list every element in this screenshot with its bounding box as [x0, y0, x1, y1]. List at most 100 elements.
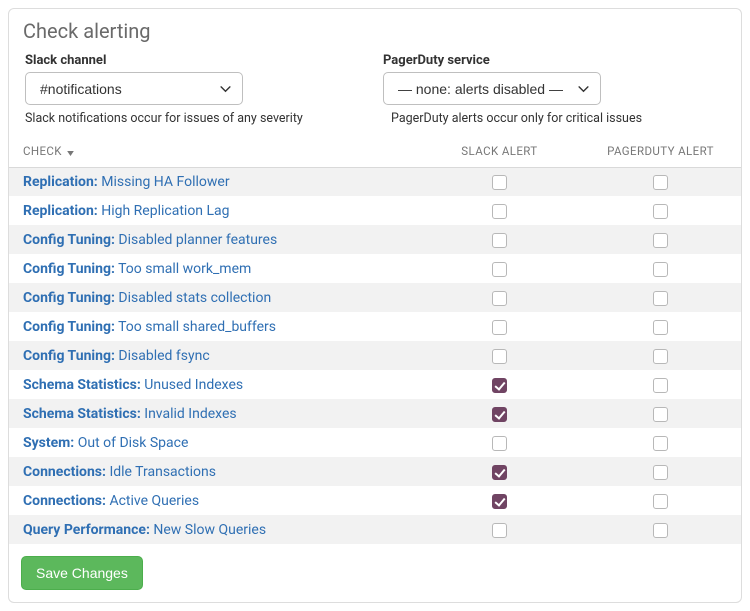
- save-button[interactable]: Save Changes: [21, 556, 143, 590]
- pagerduty-alert-checkbox[interactable]: [653, 204, 668, 219]
- pagerduty-alert-checkbox[interactable]: [653, 436, 668, 451]
- pagerduty-alert-checkbox[interactable]: [653, 175, 668, 190]
- check-cell[interactable]: Connections: Active Queries: [9, 486, 419, 515]
- check-category: System:: [23, 435, 74, 451]
- slack-alert-cell: [419, 370, 580, 399]
- check-category: Schema Statistics:: [23, 406, 141, 422]
- slack-alert-cell: [419, 225, 580, 254]
- check-cell[interactable]: Schema Statistics: Unused Indexes: [9, 370, 419, 399]
- slack-alert-cell: [419, 167, 580, 196]
- pagerduty-alert-cell: [580, 196, 741, 225]
- slack-alert-checkbox[interactable]: [492, 233, 507, 248]
- slack-alert-checkbox[interactable]: [492, 523, 507, 538]
- check-category: Replication:: [23, 203, 98, 219]
- table-row: Connections: Active Queries: [9, 486, 741, 515]
- check-cell[interactable]: Config Tuning: Too small shared_buffers: [9, 312, 419, 341]
- pagerduty-alert-checkbox[interactable]: [653, 320, 668, 335]
- table-row: Config Tuning: Disabled fsync: [9, 341, 741, 370]
- slack-alert-checkbox[interactable]: [492, 378, 507, 393]
- check-category: Config Tuning:: [23, 261, 115, 277]
- panel-title: Check alerting: [9, 9, 741, 47]
- slack-alert-checkbox[interactable]: [492, 494, 507, 509]
- check-category: Config Tuning:: [23, 232, 115, 248]
- slack-alert-checkbox[interactable]: [492, 349, 507, 364]
- check-cell[interactable]: Schema Statistics: Invalid Indexes: [9, 399, 419, 428]
- pagerduty-alert-checkbox[interactable]: [653, 523, 668, 538]
- slack-alert-checkbox[interactable]: [492, 320, 507, 335]
- check-name: Invalid Indexes: [144, 406, 236, 422]
- slack-alert-cell: [419, 515, 580, 544]
- pagerduty-service-select[interactable]: — none: alerts disabled —: [383, 72, 601, 105]
- pagerduty-col: PagerDuty service — none: alerts disable…: [379, 53, 729, 105]
- check-name: Disabled stats collection: [118, 290, 271, 306]
- column-header-pagerduty[interactable]: PagerDuty Alert: [580, 136, 741, 167]
- check-cell[interactable]: Config Tuning: Disabled planner features: [9, 225, 419, 254]
- table-row: Query Performance: New Slow Queries: [9, 515, 741, 544]
- check-name: High Replication Lag: [101, 203, 229, 219]
- pagerduty-alert-cell: [580, 283, 741, 312]
- pagerduty-alert-checkbox[interactable]: [653, 262, 668, 277]
- check-name: Unused Indexes: [144, 377, 243, 393]
- slack-alert-cell: [419, 254, 580, 283]
- slack-alert-cell: [419, 399, 580, 428]
- check-cell[interactable]: Replication: High Replication Lag: [9, 196, 419, 225]
- check-cell[interactable]: Query Performance: New Slow Queries: [9, 515, 419, 544]
- table-row: Replication: Missing HA Follower: [9, 167, 741, 196]
- check-cell[interactable]: Config Tuning: Disabled fsync: [9, 341, 419, 370]
- slack-alert-checkbox[interactable]: [492, 407, 507, 422]
- pagerduty-alert-checkbox[interactable]: [653, 349, 668, 364]
- pagerduty-alert-cell: [580, 486, 741, 515]
- table-row: Config Tuning: Too small work_mem: [9, 254, 741, 283]
- slack-alert-checkbox[interactable]: [492, 436, 507, 451]
- pagerduty-alert-cell: [580, 225, 741, 254]
- pagerduty-alert-checkbox[interactable]: [653, 378, 668, 393]
- check-name: Missing HA Follower: [101, 174, 229, 190]
- check-category: Config Tuning:: [23, 319, 115, 335]
- slack-alert-cell: [419, 196, 580, 225]
- column-header-slack[interactable]: Slack Alert: [419, 136, 580, 167]
- check-name: Out of Disk Space: [78, 435, 189, 451]
- pagerduty-alert-cell: [580, 457, 741, 486]
- slack-alert-checkbox[interactable]: [492, 291, 507, 306]
- slack-alert-checkbox[interactable]: [492, 465, 507, 480]
- pagerduty-alert-checkbox[interactable]: [653, 465, 668, 480]
- check-cell[interactable]: Config Tuning: Disabled stats collection: [9, 283, 419, 312]
- check-category: Query Performance:: [23, 522, 150, 538]
- slack-col: Slack channel #notifications: [21, 53, 371, 105]
- check-cell[interactable]: Replication: Missing HA Follower: [9, 167, 419, 196]
- check-cell[interactable]: Config Tuning: Too small work_mem: [9, 254, 419, 283]
- check-name: Active Queries: [109, 493, 199, 509]
- column-header-check[interactable]: Check: [9, 136, 419, 167]
- pagerduty-alert-cell: [580, 399, 741, 428]
- table-row: Config Tuning: Disabled planner features: [9, 225, 741, 254]
- pagerduty-alert-checkbox[interactable]: [653, 407, 668, 422]
- pagerduty-alert-checkbox[interactable]: [653, 233, 668, 248]
- pagerduty-alert-cell: [580, 312, 741, 341]
- slack-channel-label: Slack channel: [25, 53, 367, 68]
- check-name: Disabled planner features: [118, 232, 277, 248]
- check-cell[interactable]: Connections: Idle Transactions: [9, 457, 419, 486]
- slack-alert-cell: [419, 341, 580, 370]
- check-category: Config Tuning:: [23, 348, 115, 364]
- slack-alert-checkbox[interactable]: [492, 175, 507, 190]
- pagerduty-alert-checkbox[interactable]: [653, 494, 668, 509]
- slack-alert-checkbox[interactable]: [492, 204, 507, 219]
- check-name: New Slow Queries: [153, 522, 266, 538]
- pagerduty-alert-cell: [580, 515, 741, 544]
- pagerduty-alert-cell: [580, 167, 741, 196]
- pagerduty-alert-checkbox[interactable]: [653, 291, 668, 306]
- slack-alert-cell: [419, 283, 580, 312]
- slack-help-text: Slack notifications occur for issues of …: [9, 105, 375, 136]
- pagerduty-service-label: PagerDuty service: [383, 53, 725, 68]
- slack-channel-select[interactable]: #notifications: [25, 72, 243, 105]
- pagerduty-alert-cell: [580, 341, 741, 370]
- config-row: Slack channel #notifications PagerDuty s…: [9, 47, 741, 105]
- table-row: Config Tuning: Disabled stats collection: [9, 283, 741, 312]
- check-name: Too small shared_buffers: [118, 319, 276, 335]
- check-cell[interactable]: System: Out of Disk Space: [9, 428, 419, 457]
- check-alerting-panel: Check alerting Slack channel #notificati…: [8, 8, 742, 603]
- slack-alert-checkbox[interactable]: [492, 262, 507, 277]
- slack-alert-cell: [419, 428, 580, 457]
- check-category: Connections:: [23, 493, 106, 509]
- pagerduty-alert-cell: [580, 254, 741, 283]
